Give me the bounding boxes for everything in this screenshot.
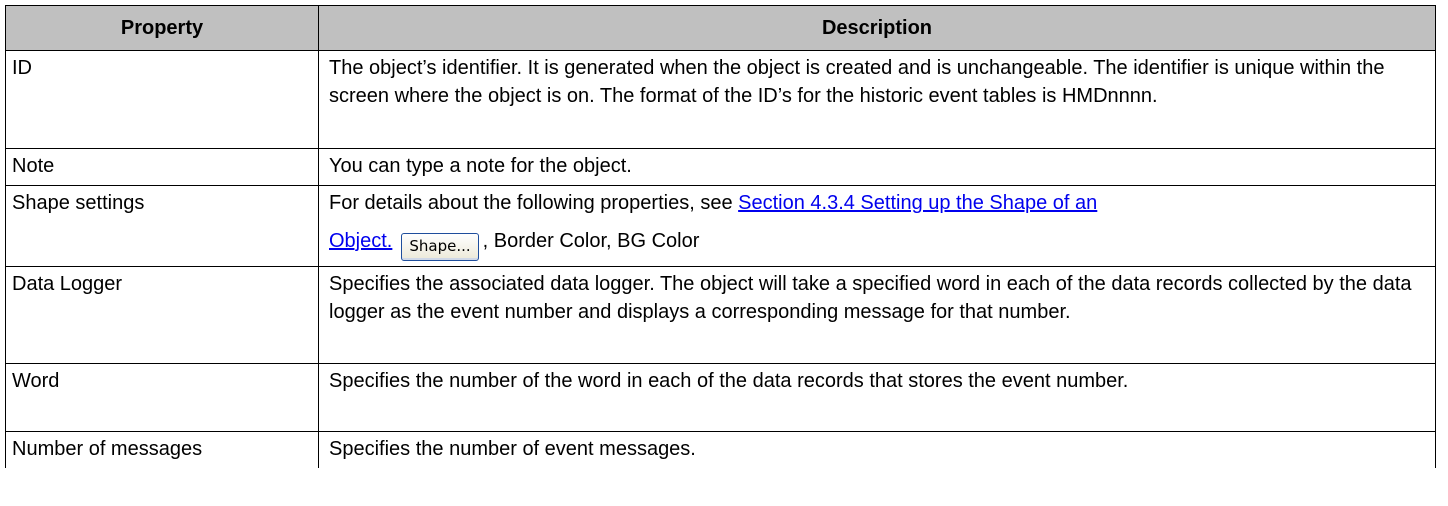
section-link-part-2[interactable]: Object. — [329, 230, 392, 252]
section-link-part-1[interactable]: Section 4.3.4 Setting up the Shape of an — [738, 192, 1097, 214]
shape-description-suffix: , Border Color, BG Color — [482, 230, 700, 252]
property-cell-data-logger: Data Logger — [5, 266, 319, 364]
property-cell-shape: Shape settings — [5, 185, 319, 267]
table-header-row: Property Description — [5, 5, 1436, 51]
property-cell-word: Word — [5, 363, 319, 432]
description-cell-number-of-messages: Specifies the number of event messages. — [318, 431, 1436, 468]
property-cell-note: Note — [5, 148, 319, 186]
header-description: Description — [318, 5, 1436, 51]
property-cell-number-of-messages: Number of messages — [5, 431, 319, 468]
table-row: Data Logger Specifies the associated dat… — [5, 266, 1436, 364]
table-row: Number of messages Specifies the number … — [5, 431, 1436, 468]
table-row: Shape settings For details about the fol… — [5, 185, 1436, 267]
table-row: Note You can type a note for the object. — [5, 148, 1436, 186]
header-property: Property — [5, 5, 319, 51]
property-cell-id: ID — [5, 50, 319, 149]
property-table: Property Description ID The object’s ide… — [5, 5, 1436, 468]
description-cell-word: Specifies the number of the word in each… — [318, 363, 1436, 432]
description-cell-note: You can type a note for the object. — [318, 148, 1436, 186]
shape-description-prefix: For details about the following properti… — [329, 192, 739, 214]
description-cell-id: The object’s identifier. It is generated… — [318, 50, 1436, 149]
description-cell-data-logger: Specifies the associated data logger. Th… — [318, 266, 1436, 364]
table-row: Word Specifies the number of the word in… — [5, 363, 1436, 432]
shape-description-line-1: For details about the following properti… — [329, 189, 1427, 217]
shape-description-line-2: Object. Shape..., Border Color, BG Color — [329, 223, 1427, 261]
table-row: ID The object’s identifier. It is genera… — [5, 50, 1436, 149]
description-cell-shape: For details about the following properti… — [318, 185, 1436, 267]
shape-button[interactable]: Shape... — [401, 233, 479, 261]
